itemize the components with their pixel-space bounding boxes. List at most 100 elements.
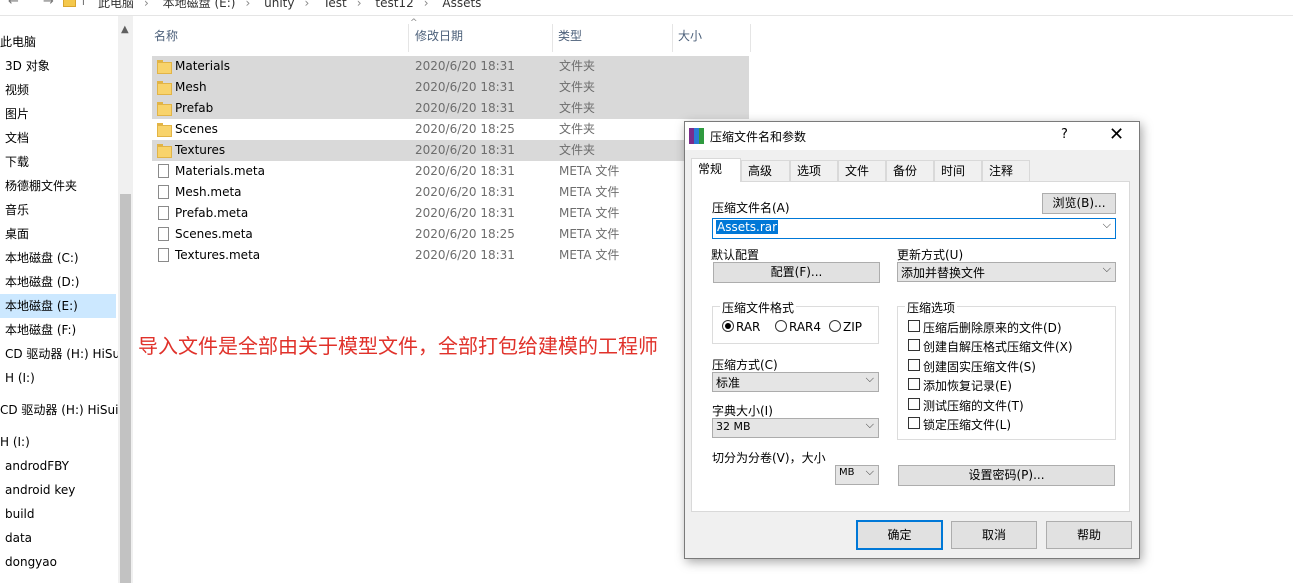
nav-item-dongyao[interactable]: dongyao bbox=[5, 550, 57, 574]
checkbox-recovery[interactable] bbox=[908, 378, 920, 390]
checkbox-test-label[interactable]: 测试压缩的文件(T) bbox=[923, 397, 1024, 414]
radio-rar4-label[interactable]: RAR4 bbox=[789, 320, 821, 334]
method-select[interactable]: 标准 ⌵ bbox=[712, 372, 879, 392]
file-date: 2020/6/20 18:31 bbox=[415, 59, 515, 73]
dict-select[interactable]: 32 MB ⌵ bbox=[712, 418, 879, 438]
chevron-down-icon[interactable]: ⌵ bbox=[866, 418, 874, 432]
nav-item-videos[interactable]: 视频 bbox=[5, 78, 29, 102]
checkbox-solid-label[interactable]: 创建固实压缩文件(S) bbox=[923, 358, 1036, 375]
breadcrumb-item[interactable]: 本地磁盘 (E:) bbox=[163, 0, 236, 10]
column-header-type[interactable]: 类型 bbox=[558, 24, 582, 48]
cancel-button[interactable]: 取消 bbox=[951, 521, 1037, 549]
tab-backup[interactable]: 备份 bbox=[886, 160, 934, 181]
nav-item-data[interactable]: data bbox=[5, 526, 32, 550]
file-row[interactable]: Prefab 2020/6/20 18:31 文件夹 bbox=[152, 98, 749, 119]
navigation-pane: 此电脑 3D 对象 视频 图片 文档 下载 杨德棚文件夹 音乐 桌面 本地磁盘 … bbox=[0, 16, 133, 583]
breadcrumb[interactable]: 此电脑 › 本地磁盘 (E:) › unity › Test › test12 › Ass… bbox=[98, 0, 491, 11]
nav-item-drive-f[interactable]: 本地磁盘 (F:) bbox=[5, 318, 76, 342]
breadcrumb-item[interactable]: test12 bbox=[375, 0, 413, 10]
nav-item-downloads[interactable]: 下载 bbox=[5, 150, 29, 174]
scroll-up-arrow-icon[interactable]: ▲ bbox=[121, 24, 129, 35]
split-unit-select[interactable]: MB ⌵ bbox=[835, 465, 879, 485]
browse-button[interactable]: 浏览(B)... bbox=[1042, 193, 1116, 214]
archive-name-input[interactable]: Assets.rar ⌵ bbox=[712, 218, 1116, 239]
address-bar[interactable]: ← → ↑ 此电脑 › 本地磁盘 (E:) › unity › Test › test1… bbox=[0, 0, 1293, 16]
column-header-size[interactable]: 大小 bbox=[678, 24, 702, 48]
breadcrumb-item[interactable]: 此电脑 bbox=[98, 0, 134, 10]
file-name: Textures bbox=[175, 143, 226, 157]
nav-item-user-folder[interactable]: 杨德棚文件夹 bbox=[5, 174, 77, 198]
breadcrumb-item[interactable]: Test bbox=[323, 0, 347, 10]
nav-item-documents[interactable]: 文档 bbox=[5, 126, 29, 150]
radio-zip[interactable] bbox=[829, 320, 841, 332]
update-mode-select[interactable]: 添加并替换文件 ⌵ bbox=[897, 262, 1116, 282]
file-row[interactable]: Prefab.meta 2020/6/20 18:31 META 文件 bbox=[152, 203, 749, 224]
nav-item-drive-e[interactable]: 本地磁盘 (E:) bbox=[0, 294, 116, 318]
nav-item-pictures[interactable]: 图片 bbox=[5, 102, 29, 126]
chevron-down-icon[interactable]: ⌵ bbox=[1103, 262, 1111, 276]
file-row[interactable]: Materials.meta 2020/6/20 18:31 META 文件 bbox=[152, 161, 749, 182]
nav-item-drive-i[interactable]: H (I:) bbox=[5, 366, 35, 390]
checkbox-sfx-label[interactable]: 创建自解压格式压缩文件(X) bbox=[923, 338, 1073, 355]
nav-item-androdfby[interactable]: androdFBY bbox=[5, 454, 69, 478]
checkbox-lock[interactable] bbox=[908, 417, 920, 429]
column-header-name[interactable]: 名称 bbox=[154, 24, 178, 48]
file-row[interactable]: Scenes 2020/6/20 18:25 文件夹 bbox=[152, 119, 749, 140]
column-header-date[interactable]: 修改日期 bbox=[415, 24, 463, 48]
nav-item-drive-i-2[interactable]: H (I:) bbox=[0, 430, 30, 454]
column-separator[interactable] bbox=[552, 24, 553, 52]
column-separator[interactable] bbox=[672, 24, 673, 52]
tab-advanced[interactable]: 高级 bbox=[741, 160, 790, 181]
breadcrumb-item[interactable]: unity bbox=[264, 0, 294, 10]
tab-comment[interactable]: 注释 bbox=[982, 160, 1030, 181]
file-row[interactable]: Mesh.meta 2020/6/20 18:31 META 文件 bbox=[152, 182, 749, 203]
checkbox-lock-label[interactable]: 锁定压缩文件(L) bbox=[923, 416, 1011, 433]
file-row[interactable]: Scenes.meta 2020/6/20 18:25 META 文件 bbox=[152, 224, 749, 245]
ok-button[interactable]: 确定 bbox=[856, 520, 943, 550]
profiles-button[interactable]: 配置(F)... bbox=[713, 262, 880, 283]
file-row[interactable]: Textures 2020/6/20 18:31 文件夹 bbox=[152, 140, 749, 161]
close-icon[interactable]: ✕ bbox=[1109, 124, 1124, 145]
column-separator[interactable] bbox=[750, 24, 751, 52]
checkbox-recovery-label[interactable]: 添加恢复记录(E) bbox=[923, 377, 1012, 394]
file-row[interactable]: Materials 2020/6/20 18:31 文件夹 bbox=[152, 56, 749, 77]
chevron-down-icon[interactable]: ⌵ bbox=[866, 465, 874, 479]
nav-item-build[interactable]: build bbox=[5, 502, 35, 526]
checkbox-delete-after[interactable] bbox=[908, 320, 920, 332]
help-icon[interactable]: ? bbox=[1061, 127, 1068, 142]
checkbox-solid[interactable] bbox=[908, 359, 920, 371]
column-separator[interactable] bbox=[408, 24, 409, 52]
nav-item-desktop[interactable]: 桌面 bbox=[5, 222, 29, 246]
nav-item-3d-objects[interactable]: 3D 对象 bbox=[5, 54, 50, 78]
checkbox-sfx[interactable] bbox=[908, 339, 920, 351]
nav-item-this-pc[interactable]: 此电脑 bbox=[0, 30, 36, 54]
chevron-down-icon[interactable]: ⌵ bbox=[866, 372, 874, 386]
tab-options[interactable]: 选项 bbox=[790, 160, 838, 181]
checkbox-delete-after-label[interactable]: 压缩后删除原来的文件(D) bbox=[923, 319, 1062, 336]
nav-item-drive-d[interactable]: 本地磁盘 (D:) bbox=[5, 270, 79, 294]
nav-item-cd-drive-2[interactable]: CD 驱动器 (H:) HiSuit bbox=[0, 398, 123, 422]
file-row[interactable]: Mesh 2020/6/20 18:31 文件夹 bbox=[152, 77, 749, 98]
file-row[interactable]: Textures.meta 2020/6/20 18:31 META 文件 bbox=[152, 245, 749, 266]
breadcrumb-item[interactable]: Assets bbox=[442, 0, 481, 10]
tab-general[interactable]: 常规 bbox=[691, 158, 741, 182]
nav-arrows[interactable]: ← → ↑ bbox=[8, 0, 99, 9]
set-password-button[interactable]: 设置密码(P)... bbox=[898, 465, 1115, 486]
dialog-titlebar[interactable]: 压缩文件名和参数 ? ✕ bbox=[685, 122, 1139, 150]
checkbox-test[interactable] bbox=[908, 398, 920, 410]
tab-files[interactable]: 文件 bbox=[838, 160, 886, 181]
radio-zip-label[interactable]: ZIP bbox=[843, 320, 862, 334]
nav-item-cd-drive[interactable]: CD 驱动器 (H:) HiSu bbox=[5, 342, 120, 366]
scrollbar-thumb[interactable] bbox=[120, 194, 131, 583]
nav-scrollbar[interactable]: ▲ bbox=[118, 16, 133, 583]
radio-rar[interactable] bbox=[722, 320, 734, 332]
tab-time[interactable]: 时间 bbox=[934, 160, 982, 181]
archive-name-value[interactable]: Assets.rar bbox=[716, 220, 779, 234]
radio-rar4[interactable] bbox=[775, 320, 787, 332]
chevron-down-icon[interactable]: ⌵ bbox=[1103, 218, 1111, 232]
nav-item-music[interactable]: 音乐 bbox=[5, 198, 29, 222]
radio-rar-label[interactable]: RAR bbox=[736, 320, 760, 334]
nav-item-android-key[interactable]: android key bbox=[5, 478, 75, 502]
help-button[interactable]: 帮助 bbox=[1046, 521, 1132, 549]
nav-item-drive-c[interactable]: 本地磁盘 (C:) bbox=[5, 246, 79, 270]
